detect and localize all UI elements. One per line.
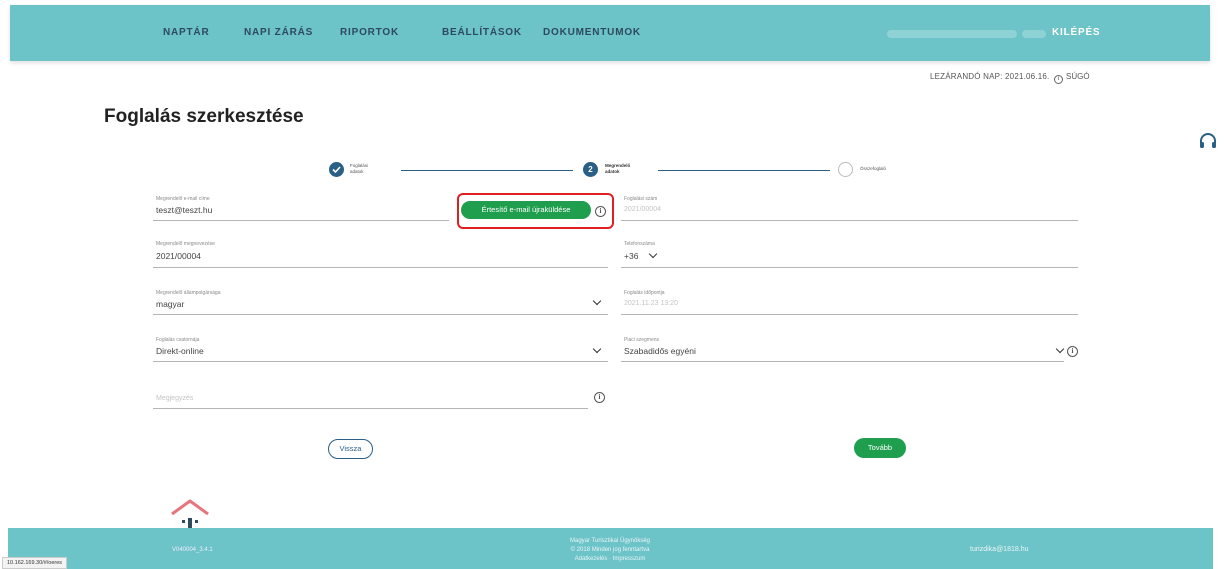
step-3-indicator [838,162,853,177]
info-icon: i [1054,75,1063,84]
email-label: Megrendelő e-mail címe [156,196,210,202]
phone-underline [621,267,1078,268]
booking-edit-page: NAPTÁR NAPI ZÁRÁS RIPORTOK BEÁLLÍTÁSOK D… [0,0,1225,569]
email-field[interactable]: teszt@teszt.hu [156,205,212,215]
footer-org: Magyar Turisztikai Ügynökség [569,538,651,544]
step-3-label: Összefoglaló [860,166,887,171]
segment-select[interactable]: Szabadidős egyéni [624,346,696,356]
segment-underline [621,361,1064,362]
logout-link[interactable]: KILÉPÉS [1052,27,1100,38]
chevron-down-icon[interactable] [592,344,602,354]
segment-info-icon[interactable]: i [1067,346,1078,357]
booking-number-underline [621,220,1078,221]
booking-time-underline [621,314,1078,315]
version-text: V040004_3.4.1 [172,547,213,553]
nav-calendar[interactable]: NAPTÁR [163,27,209,38]
citizenship-underline [153,314,608,315]
footer-email-link[interactable]: turizdika@1818.hu [970,546,1028,553]
house-logo-icon[interactable] [170,498,210,530]
step-2-label: Megrendelő adatok [605,163,631,174]
note-info-icon[interactable]: i [594,392,605,403]
chevron-down-icon[interactable] [648,249,658,259]
help-link[interactable]: i SÚGÓ [1054,72,1090,84]
order-name-underline [153,267,608,268]
booking-number-field: 2021/00004 [624,206,661,213]
closing-day-text: LEZÁRANDÓ NAP: 2021.06.16. [930,72,1050,81]
step-connector-2 [658,170,830,171]
step-1-label: Foglalási adatok [350,163,369,174]
note-underline [153,408,588,409]
email-underline [153,220,449,221]
chevron-down-icon[interactable] [1055,344,1065,354]
nav-reports[interactable]: RIPORTOK [340,27,399,38]
resend-email-button[interactable]: Értesítő e-mail újraküldése [461,201,591,219]
channel-underline [153,361,608,362]
channel-select[interactable]: Direkt-online [156,346,204,356]
booking-number-label: Foglalási szám [624,196,658,202]
status-bar-url: 10.162.169.30/#/oeres [2,557,68,569]
order-name-label: Megrendelő megnevezése [156,241,215,247]
step-2-indicator: 2 [583,162,598,177]
nav-daily-closing[interactable]: NAPI ZÁRÁS [244,27,313,38]
booking-time-field: 2021.11.23 13:20 [624,300,678,307]
chevron-down-icon[interactable] [592,296,602,306]
note-input[interactable]: Megjegyzés [156,395,193,402]
phone-prefix-select[interactable]: +36 [624,251,638,261]
resend-info-icon[interactable]: i [595,206,606,217]
footer-copyright: © 2018 Minden jog fenntartva [570,547,650,553]
back-button[interactable]: Vissza [328,439,373,459]
footer-links[interactable]: Adatkezelés · Impresszum [500,555,720,564]
nav-documents[interactable]: DOKUMENTUMOK [543,27,641,38]
booking-time-label: Foglalás időpontja [624,290,665,296]
footer-center: Magyar Turisztikai Ügynökség © 2018 Mind… [500,537,720,564]
nav-settings[interactable]: BEÁLLÍTÁSOK [442,27,522,38]
page-title: Foglalás szerkesztése [104,106,304,127]
order-name-field[interactable]: 2021/00004 [156,251,201,261]
segment-label: Piaci szegmens [624,337,660,343]
step-connector-1 [401,170,573,171]
phone-label: Telefonszáma [624,241,655,247]
next-button[interactable]: Tovább [854,438,906,458]
user-role-blurred [1022,30,1046,38]
top-navigation-bar: NAPTÁR NAPI ZÁRÁS RIPORTOK BEÁLLÍTÁSOK D… [10,5,1210,61]
user-name-blurred [887,30,1017,38]
help-label: SÚGÓ [1066,72,1090,81]
citizenship-label: Megrendelő állampolgársága [156,290,221,296]
step-check-icon [329,162,344,177]
citizenship-select[interactable]: magyar [156,299,184,309]
channel-label: Foglalás csatornája [156,337,200,343]
headset-support-icon[interactable] [1198,132,1218,152]
